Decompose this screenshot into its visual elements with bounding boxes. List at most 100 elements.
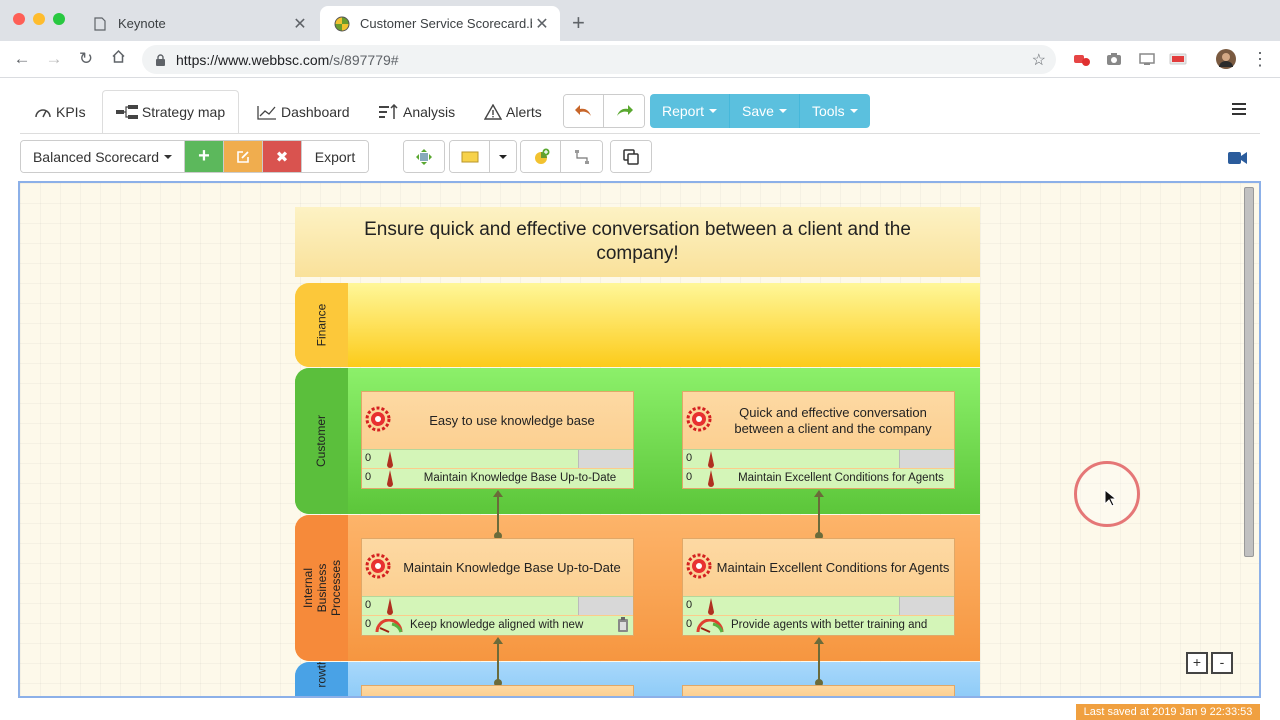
connector-button[interactable] bbox=[561, 141, 602, 172]
rectangle-shape-icon bbox=[461, 151, 478, 162]
tools-menu-button[interactable]: Tools bbox=[799, 94, 870, 128]
redo-icon bbox=[617, 105, 633, 116]
bookmark-star-icon[interactable]: ☆ bbox=[1032, 50, 1046, 70]
objective-card[interactable]: Quick and effective conversation between… bbox=[682, 391, 955, 489]
tab-close-icon[interactable]: ✕ bbox=[532, 14, 552, 34]
reload-icon[interactable]: ↻ bbox=[76, 49, 96, 69]
link-arrow[interactable] bbox=[493, 637, 503, 687]
measure-row[interactable]: 0 bbox=[683, 596, 954, 615]
window-maximize-button[interactable] bbox=[53, 13, 65, 25]
add-button[interactable]: + bbox=[185, 141, 224, 172]
lane-finance[interactable]: Finance bbox=[295, 283, 980, 367]
tab-dashboard[interactable]: Dashboard bbox=[257, 90, 350, 134]
vertical-scrollbar[interactable] bbox=[1244, 187, 1254, 557]
measure-bar bbox=[899, 597, 954, 615]
zoom-in-button[interactable]: + bbox=[1186, 652, 1208, 674]
extension-record-icon[interactable] bbox=[1073, 51, 1091, 67]
export-label: Export bbox=[314, 148, 356, 165]
objective-card-partial[interactable] bbox=[682, 685, 955, 696]
move-tool-group bbox=[403, 140, 445, 173]
undo-button[interactable] bbox=[564, 95, 604, 127]
profile-avatar[interactable] bbox=[1215, 48, 1237, 70]
tab-analysis[interactable]: Analysis bbox=[379, 90, 455, 134]
move-tool-button[interactable] bbox=[404, 141, 444, 172]
link-arrow[interactable] bbox=[814, 490, 824, 540]
measure-row[interactable]: 0 Maintain Knowledge Base Up-to-Date bbox=[362, 469, 633, 488]
measure-text: Provide agents with better training and bbox=[731, 619, 928, 631]
copy-button[interactable] bbox=[611, 141, 651, 172]
save-menu-button[interactable]: Save bbox=[730, 94, 800, 128]
tab-strategy-map[interactable]: Strategy map bbox=[102, 90, 239, 134]
last-saved-status: Last saved at 2019 Jan 9 22:33:53 bbox=[1076, 704, 1260, 720]
shape-color-button[interactable] bbox=[450, 141, 490, 172]
browser-menu-icon[interactable]: ⋮ bbox=[1250, 49, 1270, 69]
home-icon[interactable] bbox=[108, 49, 128, 69]
report-menu-button[interactable]: Report bbox=[650, 94, 731, 128]
shape-tool-group bbox=[449, 140, 517, 173]
connector-icon bbox=[574, 149, 589, 164]
scorecard-toolbar: Balanced Scorecard + ✖ Export bbox=[20, 140, 369, 173]
zoom-out-button[interactable]: - bbox=[1211, 652, 1233, 674]
link-arrow[interactable] bbox=[493, 490, 503, 540]
objective-card-partial[interactable] bbox=[361, 685, 634, 696]
back-icon[interactable]: ← bbox=[12, 49, 32, 69]
delete-button[interactable]: ✖ bbox=[263, 141, 302, 172]
edit-button[interactable] bbox=[224, 141, 263, 172]
mission-text: Ensure quick and effective conversation … bbox=[364, 219, 911, 264]
tab-close-icon[interactable]: ✕ bbox=[290, 14, 310, 34]
tab-label: KPIs bbox=[56, 104, 86, 120]
report-label: Report bbox=[662, 103, 705, 119]
pdf-extension-icon[interactable] bbox=[1169, 51, 1187, 67]
add-objective-button[interactable] bbox=[521, 141, 561, 172]
scorecard-select[interactable]: Balanced Scorecard bbox=[21, 141, 185, 172]
mission-statement[interactable]: Ensure quick and effective conversation … bbox=[295, 207, 980, 277]
measure-text: Maintain Excellent Conditions for Agents bbox=[738, 472, 944, 484]
nav-divider bbox=[20, 133, 1260, 134]
webbsc-favicon-icon bbox=[334, 16, 350, 32]
measure-row[interactable]: 0 bbox=[683, 449, 954, 468]
window-close-button[interactable] bbox=[13, 13, 25, 25]
hamburger-menu-icon[interactable] bbox=[1232, 103, 1246, 118]
browser-address-bar: ← → ↻ https://www.webbsc.com/s/897779# ☆… bbox=[0, 41, 1280, 78]
browser-tab-keynote[interactable]: Keynote ✕ bbox=[78, 6, 318, 41]
new-tab-icon[interactable]: + bbox=[572, 10, 585, 36]
tab-kpis[interactable]: KPIs bbox=[34, 90, 86, 134]
browser-tab-scorecard[interactable]: Customer Service Scorecard.b ✕ bbox=[320, 6, 560, 41]
tab-alerts[interactable]: Alerts bbox=[484, 90, 542, 134]
shape-dropdown-button[interactable] bbox=[490, 141, 516, 172]
camera-icon[interactable] bbox=[1105, 51, 1123, 67]
copy-tool-group bbox=[610, 140, 652, 173]
measure-row[interactable]: 0 bbox=[362, 596, 633, 615]
url-path: /s/897779# bbox=[329, 51, 399, 68]
lane-label-text: Finance bbox=[314, 303, 329, 347]
move-arrows-icon bbox=[416, 148, 432, 165]
canvas-grid: Ensure quick and effective conversation … bbox=[20, 183, 1259, 696]
lane-label-growth: rowth bbox=[295, 662, 348, 696]
strategy-map-canvas[interactable]: Ensure quick and effective conversation … bbox=[18, 181, 1261, 698]
objective-add-icon bbox=[534, 148, 549, 164]
objective-card[interactable]: Maintain Excellent Conditions for Agents… bbox=[682, 538, 955, 636]
objective-card[interactable]: Maintain Knowledge Base Up-to-Date 0 0 K… bbox=[361, 538, 634, 636]
thermometer-icon bbox=[708, 598, 714, 615]
redo-button[interactable] bbox=[604, 95, 644, 127]
video-camera-icon[interactable] bbox=[1228, 151, 1248, 165]
measure-row[interactable]: 0 Maintain Excellent Conditions for Agen… bbox=[683, 469, 954, 488]
url-input[interactable]: https://www.webbsc.com/s/897779# ☆ bbox=[142, 45, 1056, 74]
export-button[interactable]: Export bbox=[302, 141, 368, 172]
measure-value: 0 bbox=[365, 599, 372, 611]
objective-title: Quick and effective conversation between… bbox=[734, 405, 932, 436]
measure-row[interactable]: 0 bbox=[362, 449, 633, 468]
objective-title: Maintain Excellent Conditions for Agents bbox=[716, 560, 950, 575]
tab-label: Customer Service Scorecard.b bbox=[360, 16, 532, 31]
measure-value: 0 bbox=[365, 452, 372, 464]
link-arrow[interactable] bbox=[814, 637, 824, 687]
monitor-icon[interactable] bbox=[1138, 51, 1156, 67]
measure-row[interactable]: 0 Keep knowledge aligned with new bbox=[362, 616, 633, 635]
measure-row[interactable]: 0 Provide agents with better training an… bbox=[683, 616, 954, 635]
sort-bars-icon bbox=[379, 104, 399, 120]
save-label: Save bbox=[742, 103, 774, 119]
objective-card[interactable]: Easy to use knowledge base 0 0 Maintain … bbox=[361, 391, 634, 489]
forward-icon[interactable]: → bbox=[44, 49, 64, 69]
clipboard-icon[interactable] bbox=[617, 617, 629, 633]
window-minimize-button[interactable] bbox=[33, 13, 45, 25]
